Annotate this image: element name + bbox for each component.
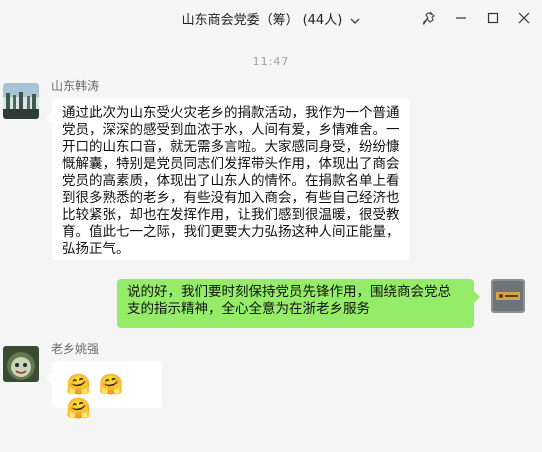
avatar[interactable] bbox=[3, 346, 39, 382]
minimize-icon[interactable] bbox=[449, 6, 473, 30]
sender-name: 老乡姚强 bbox=[51, 342, 100, 356]
avatar[interactable] bbox=[3, 83, 39, 119]
emoji-message-bubble[interactable]: 🤗 🤗🤗 bbox=[46, 361, 162, 420]
avatar-self[interactable] bbox=[491, 279, 525, 313]
title-bar: 山东商会党委（筹） (44人) bbox=[0, 0, 542, 36]
hug-emoji-icon: 🤗 bbox=[98, 372, 124, 396]
pin-icon[interactable] bbox=[418, 6, 442, 30]
sender-name: 山东韩涛 bbox=[51, 79, 100, 93]
group-name: 山东商会党委（筹） bbox=[181, 13, 299, 28]
member-count: (44人) bbox=[302, 13, 343, 28]
message-timestamp: 11:47 bbox=[252, 55, 290, 68]
message-bubble[interactable]: 通过此次为山东受火灾老乡的捐款活动，我作为一个普通党员，深深的感受到血浓于水，人… bbox=[46, 99, 410, 260]
maximize-icon[interactable] bbox=[481, 6, 505, 30]
message-bubble-self[interactable]: 说的好，我们要时刻保持党员先锋作用，围绕商会党总支的指示精神，全心全意为在浙老乡… bbox=[117, 279, 480, 328]
close-icon[interactable] bbox=[512, 6, 536, 30]
hug-emoji-icon: 🤗 bbox=[66, 372, 91, 396]
chevron-down-icon[interactable] bbox=[350, 14, 360, 29]
hug-emoji-icon: 🤗 bbox=[66, 396, 91, 420]
